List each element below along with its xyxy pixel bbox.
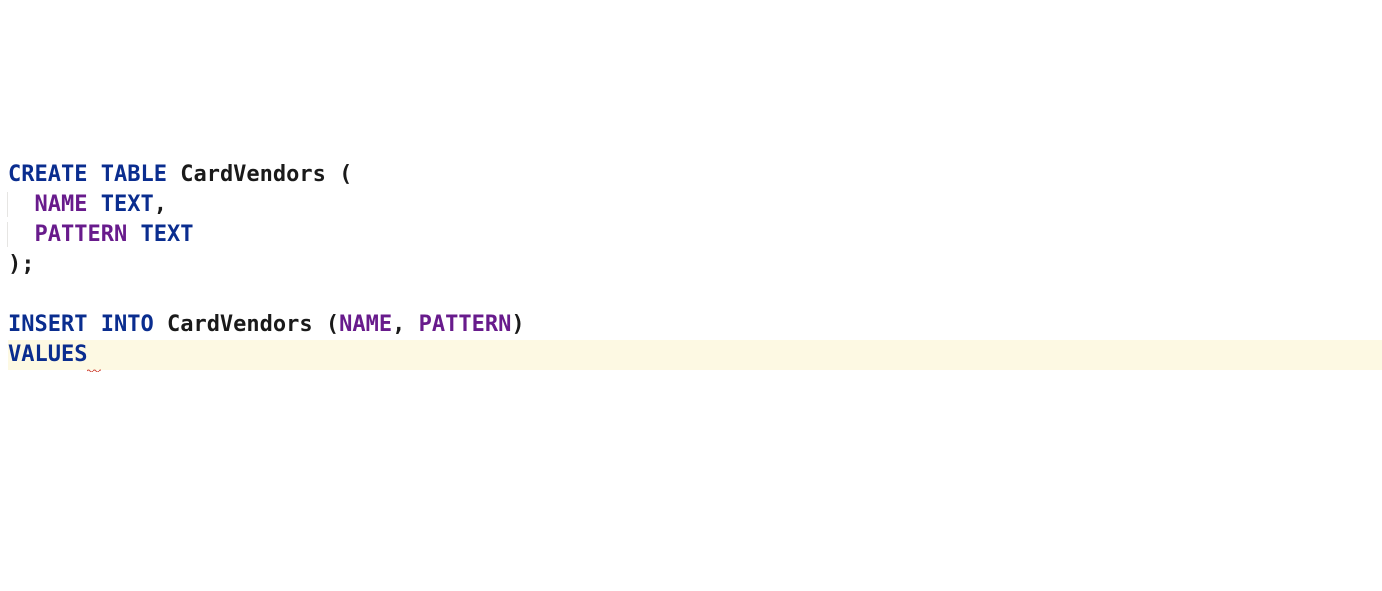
token-kw-purple: NAME — [339, 312, 392, 337]
error-squiggle — [87, 340, 100, 370]
token-kw-purple: PATTERN — [35, 222, 128, 247]
token-paren: ( — [326, 162, 353, 187]
line-content: VALUES — [8, 340, 1382, 370]
line-content: PATTERN TEXT — [8, 220, 1382, 250]
code-line[interactable]: INSERT INTO CardVendors (NAME, PATTERN) — [8, 310, 1382, 340]
token-plain — [87, 192, 100, 217]
token-paren: ( — [313, 312, 340, 337]
token-plain: CardVendors — [167, 312, 313, 337]
indent-guide — [7, 192, 35, 217]
token-kw-blue: INSERT INTO — [8, 312, 154, 337]
token-plain: ); — [8, 252, 35, 277]
token-kw-blue: VALUES — [8, 342, 87, 367]
line-content: INSERT INTO CardVendors (NAME, PATTERN) — [8, 310, 1382, 340]
token-plain: , — [392, 312, 419, 337]
code-line[interactable]: VALUES — [8, 340, 1382, 370]
line-content: ); — [8, 250, 1382, 280]
token-kw-purple: PATTERN — [419, 312, 512, 337]
code-line[interactable] — [8, 280, 1382, 310]
code-line[interactable]: NAME TEXT, — [8, 190, 1382, 220]
indent-guide — [7, 222, 35, 247]
token-kw-blue: TEXT — [140, 222, 193, 247]
token-plain — [154, 312, 167, 337]
token-plain: , — [154, 192, 167, 217]
token-paren: ) — [511, 312, 524, 337]
token-plain: CardVendors — [180, 162, 326, 187]
token-kw-blue: CREATE TABLE — [8, 162, 167, 187]
line-content: CREATE TABLE CardVendors ( — [8, 160, 1382, 190]
token-plain — [167, 162, 180, 187]
line-content: NAME TEXT, — [8, 190, 1382, 220]
code-line[interactable]: PATTERN TEXT — [8, 220, 1382, 250]
token-kw-purple: NAME — [35, 192, 88, 217]
code-line[interactable]: ); — [8, 250, 1382, 280]
token-plain — [127, 222, 140, 247]
token-kw-blue: TEXT — [101, 192, 154, 217]
code-editor[interactable]: CREATE TABLE CardVendors ( NAME TEXT, PA… — [8, 130, 1382, 370]
code-line[interactable]: CREATE TABLE CardVendors ( — [8, 160, 1382, 190]
